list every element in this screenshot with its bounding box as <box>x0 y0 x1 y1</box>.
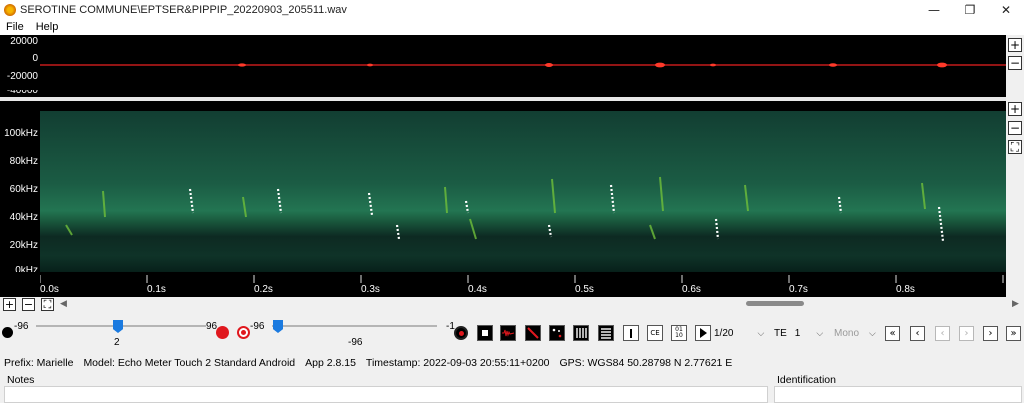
window-title: SEROTINE COMMUNE\EPTSER&PIPPIP_20220903_… <box>20 3 347 16</box>
freq-label-40khz: 40kHz <box>9 212 38 223</box>
identification-label: Identification <box>777 374 836 386</box>
playback-speed-select[interactable]: 1/20 ⌵ <box>714 324 764 342</box>
first-file-button[interactable]: « <box>885 326 900 341</box>
previous-file-button[interactable]: ‹ <box>910 326 925 341</box>
close-button[interactable]: ✕ <box>988 0 1024 19</box>
time-label: 0.1s <box>147 284 166 295</box>
time-label: 0.8s <box>896 284 915 295</box>
identification-field[interactable] <box>774 386 1022 403</box>
threshold-slider-track[interactable] <box>272 325 437 327</box>
level-min-left: -96 <box>14 321 29 332</box>
time-label: 0.3s <box>361 284 380 295</box>
gain-slider-thumb[interactable] <box>113 320 123 333</box>
freq-label-60khz: 60kHz <box>9 184 38 195</box>
menu-bar: File Help <box>0 19 1024 35</box>
model-text: Model: Echo Meter Touch 2 Standard Andro… <box>83 357 296 369</box>
mode-select[interactable]: TE 1 ⌵ <box>774 324 823 342</box>
menu-file[interactable]: File <box>0 21 30 33</box>
title-bar: SEROTINE COMMUNE\EPTSER&PIPPIP_20220903_… <box>0 0 1024 19</box>
channel-value: Mono <box>834 327 860 339</box>
freq-label-20khz: 20kHz <box>9 240 38 251</box>
gain-slider-value: 2 <box>114 337 120 348</box>
threshold-slider-value: -96 <box>348 337 363 348</box>
time-label: 0.6s <box>682 284 701 295</box>
spectrogram-zoom-in-button[interactable]: + <box>1008 102 1022 116</box>
horizontal-scrollbar-thumb[interactable] <box>746 301 804 306</box>
freq-label-80khz: 80kHz <box>9 156 38 167</box>
fit-button[interactable]: ⛶ <box>41 298 54 311</box>
notes-field[interactable] <box>4 386 768 403</box>
minimize-button[interactable]: — <box>916 0 952 19</box>
black-dot-icon[interactable] <box>2 327 13 338</box>
points-icon[interactable] <box>549 325 565 341</box>
spectrogram-image <box>40 111 1006 297</box>
chevron-down-icon: ⌵ <box>869 327 876 338</box>
chevron-down-icon: ⌵ <box>757 327 765 338</box>
prefix-text: Prefix: Marielle <box>4 357 74 369</box>
mode-value: 1 <box>794 327 801 339</box>
last-file-button[interactable]: » <box>1006 326 1021 341</box>
time-label: 0.2s <box>254 284 273 295</box>
time-label: 0.7s <box>789 284 808 295</box>
previous-disabled-button[interactable]: ‹ <box>935 326 950 341</box>
binary-icon[interactable]: 01 10 <box>671 325 687 341</box>
time-label: 0.4s <box>468 284 487 295</box>
ce-icon[interactable]: CE <box>647 325 663 341</box>
next-disabled-button[interactable]: › <box>959 326 974 341</box>
timestamp-text: Timestamp: 2022-09-03 20:55:11+0200 <box>365 357 550 369</box>
spectrogram-zoom-out-button[interactable]: − <box>1008 121 1022 135</box>
scroll-right-icon[interactable]: ▶ <box>1012 298 1019 309</box>
threshold-slider-thumb[interactable] <box>273 320 283 333</box>
record-target-icon[interactable] <box>237 326 250 339</box>
freq-label-0khz: 0kHz <box>15 266 38 272</box>
app-icon <box>4 3 16 16</box>
gps-text: GPS: WGS84 50.28798 N 2.77621 E <box>559 357 733 369</box>
zoom-in-button[interactable]: + <box>3 298 16 311</box>
time-axis: 0.0s 0.1s 0.2s 0.3s 0.4s 0.5s 0.6s 0.7s … <box>40 275 1006 297</box>
chevron-down-icon: ⌵ <box>816 327 824 338</box>
menu-help[interactable]: Help <box>30 21 65 33</box>
record-icon[interactable] <box>216 326 229 339</box>
playback-speed-value: 1/20 <box>714 327 734 339</box>
waveform-panel[interactable]: 20000 0 -20000 -40000 <box>0 35 1006 97</box>
mode-label: TE <box>774 327 787 339</box>
maximize-button[interactable]: ❐ <box>952 0 988 19</box>
line-measure-icon[interactable] <box>525 325 541 341</box>
waveform-trace <box>40 62 1006 68</box>
waveform-zoom-out-button[interactable]: − <box>1008 56 1022 70</box>
scroll-left-icon[interactable]: ◀ <box>60 298 67 309</box>
spectrogram-panel[interactable]: 100kHz 80kHz 60kHz 40kHz 20kHz 0kHz 0.0s… <box>0 101 1006 297</box>
vertical-lines-icon[interactable] <box>573 325 589 341</box>
notes-label: Notes <box>7 374 35 386</box>
spectrogram-fit-button[interactable]: ⛶ <box>1008 140 1022 154</box>
stop-icon[interactable] <box>477 325 493 341</box>
freq-label-100khz: 100kHz <box>4 128 38 139</box>
horizontal-lines-icon[interactable] <box>598 325 614 341</box>
waveform-zoom-in-button[interactable]: + <box>1008 38 1022 52</box>
channel-select[interactable]: Mono ⌵ <box>834 324 876 342</box>
waveform-view-icon[interactable] <box>500 325 516 341</box>
info-icon[interactable] <box>623 325 639 341</box>
play-icon[interactable] <box>695 325 711 341</box>
time-label: 0.5s <box>575 284 594 295</box>
next-file-button[interactable]: › <box>983 326 998 341</box>
app-version-text: App 2.8.15 <box>305 357 356 369</box>
metadata-line: Prefix: Marielle Model: Echo Meter Touch… <box>4 357 732 371</box>
time-label: 0.0s <box>40 284 59 295</box>
record-dot-icon[interactable] <box>454 326 468 340</box>
window-controls: — ❐ ✕ <box>916 0 1024 19</box>
level-min-right: -96 <box>250 321 265 332</box>
zoom-out-button[interactable]: − <box>22 298 35 311</box>
time-ticks <box>40 275 1004 283</box>
